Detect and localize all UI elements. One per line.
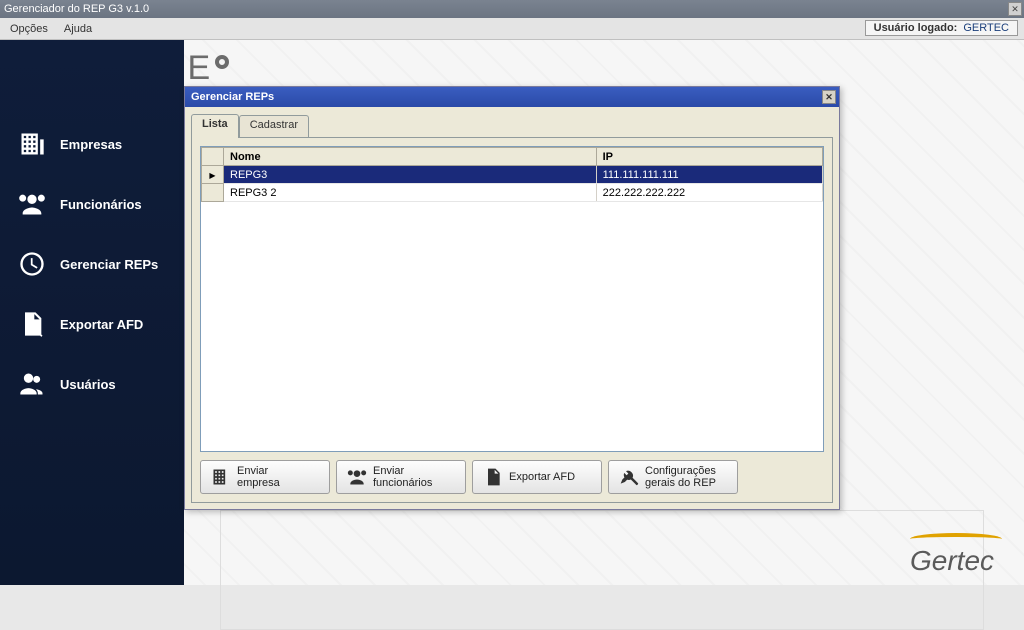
dialog-close-button[interactable]: ✕	[822, 90, 836, 104]
grid-cell-nome[interactable]: REPG3 2	[224, 184, 597, 202]
app-body: MARQUE PONTO Empresas Funcionários Geren…	[0, 40, 1024, 585]
brand-swoosh-icon	[910, 533, 1002, 545]
exportar-afd-button[interactable]: Exportar AFD	[472, 460, 602, 494]
user-icon	[18, 370, 46, 398]
button-label: Enviar empresa	[237, 465, 280, 489]
background-box	[220, 510, 984, 630]
dialog-titlebar[interactable]: Gerenciar REPs ✕	[185, 87, 839, 107]
users-icon	[347, 467, 367, 487]
document-export-icon	[483, 467, 503, 487]
sidebar-item-usuarios[interactable]: Usuários	[18, 370, 184, 398]
close-icon: ✕	[825, 92, 833, 103]
logged-user-label: Usuário logado:	[874, 22, 958, 34]
sidebar-item-label: Funcionários	[60, 197, 142, 212]
button-label-line: Enviar	[373, 465, 404, 477]
enviar-funcionarios-button[interactable]: Enviar funcionários	[336, 460, 466, 494]
window-title: Gerenciador do REP G3 v.1.0	[4, 3, 149, 15]
button-label-line: empresa	[237, 477, 280, 489]
tab-panel-lista: Nome IP REPG3 111.111.111.111	[191, 137, 833, 503]
reps-grid[interactable]: Nome IP REPG3 111.111.111.111	[200, 146, 824, 452]
dialog-title-text: Gerenciar REPs	[191, 91, 274, 103]
button-label: Exportar AFD	[509, 471, 575, 483]
tools-icon	[619, 467, 639, 487]
button-label: Enviar funcionários	[373, 465, 432, 489]
sidebar-item-gerenciar-reps[interactable]: Gerenciar REPs	[18, 250, 184, 278]
button-label-line: gerais do REP	[645, 477, 716, 489]
clock-icon	[18, 250, 46, 278]
button-label-line: funcionários	[373, 477, 432, 489]
sidebar-item-funcionarios[interactable]: Funcionários	[18, 190, 184, 218]
button-label: Configurações gerais do REP	[645, 465, 716, 489]
grid-cell-ip[interactable]: 111.111.111.111	[596, 166, 822, 184]
brand-name: Gertec	[910, 545, 994, 576]
sidebar-item-empresas[interactable]: Empresas	[18, 130, 184, 158]
grid-header-ip[interactable]: IP	[596, 148, 822, 166]
sidebar-item-exportar-afd[interactable]: Exportar AFD	[18, 310, 184, 338]
sidebar-item-label: Usuários	[60, 377, 116, 392]
grid-header-corner[interactable]	[202, 148, 224, 166]
grid-row-selector[interactable]	[202, 166, 224, 184]
brand-logo: Gertec	[910, 533, 1002, 577]
grid-cell-ip[interactable]: 222.222.222.222	[596, 184, 822, 202]
logged-user-box: Usuário logado: GERTEC	[865, 20, 1018, 36]
titlebar: Gerenciador do REP G3 v.1.0 ✕	[0, 0, 1024, 18]
window-close-button[interactable]: ✕	[1008, 2, 1022, 16]
grid-cell-nome[interactable]: REPG3	[224, 166, 597, 184]
menubar: Opções Ajuda Usuário logado: GERTEC	[0, 18, 1024, 40]
tab-cadastrar[interactable]: Cadastrar	[239, 115, 309, 137]
button-label-line: Enviar	[237, 465, 268, 477]
close-icon: ✕	[1011, 4, 1019, 15]
tab-lista[interactable]: Lista	[191, 114, 239, 138]
sidebar-item-label: Empresas	[60, 137, 122, 152]
grid-row[interactable]: REPG3 111.111.111.111	[202, 166, 823, 184]
sidebar: Empresas Funcionários Gerenciar REPs Exp…	[0, 40, 184, 585]
grid-header-nome[interactable]: Nome	[224, 148, 597, 166]
logged-user-value: GERTEC	[963, 22, 1009, 34]
sidebar-item-label: Exportar AFD	[60, 317, 143, 332]
document-export-icon	[18, 310, 46, 338]
gerenciar-reps-dialog: Gerenciar REPs ✕ Lista Cadastrar Nome	[184, 86, 840, 510]
enviar-empresa-button[interactable]: Enviar empresa	[200, 460, 330, 494]
sidebar-item-label: Gerenciar REPs	[60, 257, 158, 272]
menu-ajuda[interactable]: Ajuda	[64, 23, 92, 35]
grid-row-selector[interactable]	[202, 184, 224, 202]
logo-dot-icon	[215, 55, 229, 69]
users-icon	[18, 190, 46, 218]
menu-opcoes[interactable]: Opções	[10, 23, 48, 35]
building-icon	[211, 467, 231, 487]
button-label-line: Configurações	[645, 465, 716, 477]
dialog-tabs: Lista Cadastrar	[191, 113, 833, 137]
grid-row[interactable]: REPG3 2 222.222.222.222	[202, 184, 823, 202]
building-icon	[18, 130, 46, 158]
dialog-button-row: Enviar empresa Enviar funcionários Ex	[200, 460, 824, 494]
configuracoes-rep-button[interactable]: Configurações gerais do REP	[608, 460, 738, 494]
